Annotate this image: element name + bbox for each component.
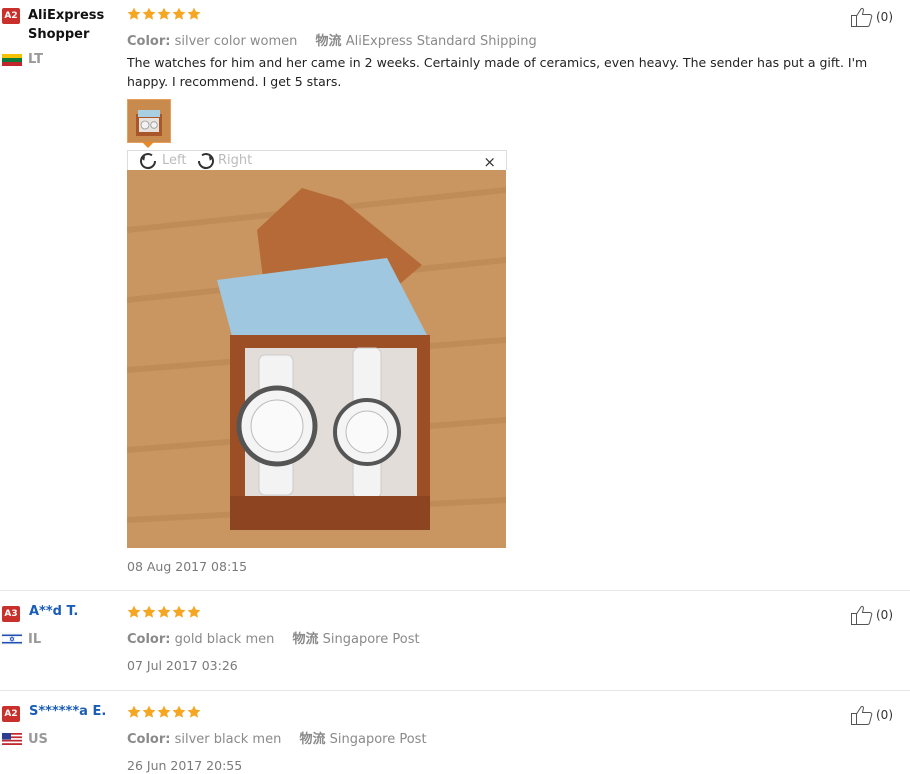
color-label: Color: xyxy=(127,732,171,747)
review-photo-large xyxy=(127,170,506,548)
star-icon xyxy=(172,7,186,20)
rotate-right-icon xyxy=(197,153,214,170)
rotate-right-label: Right xyxy=(218,153,253,168)
order-info: Color: gold black men 物流 Singapore Post xyxy=(127,628,420,647)
rotate-right-button[interactable]: Right xyxy=(194,151,252,170)
review-photo-image xyxy=(127,170,506,548)
star-icon xyxy=(187,705,201,718)
color-value: silver black men xyxy=(174,732,282,747)
thumbs-up-icon xyxy=(851,7,873,27)
photo-thumbnail-image xyxy=(128,100,170,142)
reviewer-name[interactable]: A**d T. xyxy=(29,604,78,619)
helpful-button[interactable]: (0) xyxy=(850,704,893,726)
rotate-left-button[interactable]: Left xyxy=(138,151,186,170)
star-icon xyxy=(157,705,171,718)
order-info: Color: silver color women 物流 AliExpress … xyxy=(127,30,537,49)
star-icon xyxy=(172,605,186,618)
helpful-count: (0) xyxy=(876,10,893,24)
flag-us-icon xyxy=(2,733,22,745)
star-icon xyxy=(127,7,141,20)
flag-il-icon xyxy=(2,633,22,645)
star-icon xyxy=(187,7,201,20)
color-value: gold black men xyxy=(174,632,275,647)
photo-viewer-toolbar: Left Right × xyxy=(127,150,507,171)
reviewer-country: US xyxy=(28,732,48,747)
color-value: silver color women xyxy=(174,34,298,49)
thumbs-up-icon xyxy=(851,705,873,725)
order-info: Color: silver black men 物流 Singapore Pos… xyxy=(127,728,427,747)
review-date: 26 Jun 2017 20:55 xyxy=(127,758,243,773)
reviewer-country: LT xyxy=(28,52,43,67)
review-divider xyxy=(0,690,910,691)
rating-stars xyxy=(127,605,201,623)
star-icon xyxy=(142,705,156,718)
star-icon xyxy=(142,7,156,20)
rotate-left-icon xyxy=(140,153,157,170)
rotate-left-label: Left xyxy=(162,153,187,168)
shipping-label: 物流 xyxy=(315,34,342,49)
star-icon xyxy=(157,605,171,618)
shipping-value: Singapore Post xyxy=(329,732,427,747)
shipping-label: 物流 xyxy=(292,632,319,647)
shipping-value: Singapore Post xyxy=(322,632,420,647)
review-date: 08 Aug 2017 08:15 xyxy=(127,559,248,574)
star-icon xyxy=(127,705,141,718)
review-date: 07 Jul 2017 03:26 xyxy=(127,658,238,673)
reviewer-name[interactable]: S******a E. xyxy=(29,704,106,719)
helpful-count: (0) xyxy=(876,608,893,622)
thumbnail-pointer xyxy=(142,142,154,148)
reviewer-country: IL xyxy=(28,632,42,647)
star-icon xyxy=(157,7,171,20)
close-viewer-button[interactable]: × xyxy=(483,153,496,171)
color-label: Color: xyxy=(127,632,171,647)
helpful-button[interactable]: (0) xyxy=(850,604,893,626)
buyer-level-badge: A3 xyxy=(2,606,20,622)
rating-stars xyxy=(127,7,201,25)
color-label: Color: xyxy=(127,34,171,49)
buyer-level-badge: A2 xyxy=(2,706,20,722)
star-icon xyxy=(142,605,156,618)
star-icon xyxy=(172,705,186,718)
reviewer-name: AliExpress Shopper xyxy=(28,8,105,42)
shipping-label: 物流 xyxy=(299,732,326,747)
buyer-level-badge: A2 xyxy=(2,8,20,24)
rating-stars xyxy=(127,705,201,723)
review-text: The watches for him and her came in 2 we… xyxy=(127,55,868,89)
shipping-value: AliExpress Standard Shipping xyxy=(345,34,537,49)
star-icon xyxy=(187,605,201,618)
review-photo-thumbnail[interactable] xyxy=(127,99,171,143)
star-icon xyxy=(127,605,141,618)
review-divider xyxy=(0,590,910,591)
helpful-button[interactable]: (0) xyxy=(850,6,893,28)
flag-lt-icon xyxy=(2,54,22,66)
thumbs-up-icon xyxy=(851,605,873,625)
helpful-count: (0) xyxy=(876,708,893,722)
